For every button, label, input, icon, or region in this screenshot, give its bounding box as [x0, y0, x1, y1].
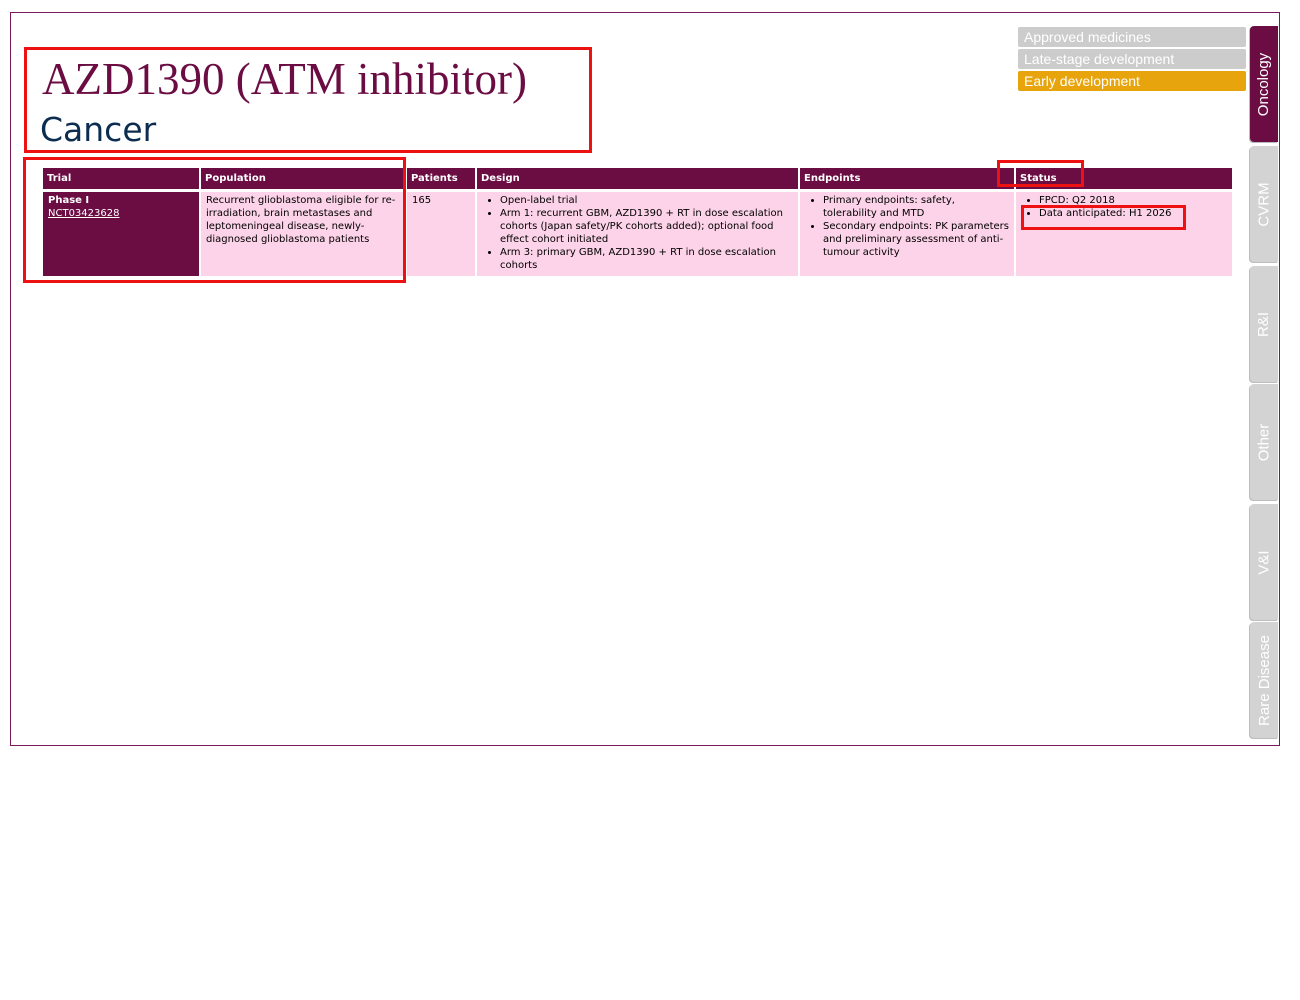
annotation-box-trial-population [23, 157, 406, 283]
column-header-endpoints: Endpoints [799, 168, 1016, 192]
tab-ri[interactable]: R&I [1250, 266, 1278, 382]
stage-late-stage-development[interactable]: Late-stage development [1018, 49, 1246, 69]
tab-other[interactable]: Other [1250, 384, 1278, 500]
design-item: Open-label trial [500, 194, 794, 207]
tab-rare-disease-label: Rare Disease [1255, 634, 1273, 726]
tab-other-label: Other [1255, 423, 1273, 461]
tab-rare-disease[interactable]: Rare Disease [1250, 622, 1278, 738]
tab-oncology[interactable]: Oncology [1250, 26, 1278, 142]
tab-ri-label: R&I [1255, 311, 1273, 337]
endpoint-item: Primary endpoints: safety, tolerability … [823, 194, 1010, 220]
annotation-box-status-header [997, 160, 1084, 187]
endpoint-item: Secondary endpoints: PK parameters and p… [823, 220, 1010, 259]
annotation-box-title [24, 47, 592, 153]
stage-early-development[interactable]: Early development [1018, 71, 1246, 91]
development-stage-legend: Approved medicines Late-stage developmen… [1018, 27, 1246, 93]
column-header-patients: Patients [406, 168, 477, 192]
tab-vi[interactable]: V&I [1250, 504, 1278, 620]
tab-oncology-label: Oncology [1255, 52, 1273, 116]
design-item: Arm 3: primary GBM, AZD1390 + RT in dose… [500, 246, 794, 272]
patients-cell: 165 [406, 190, 477, 276]
endpoints-cell: Primary endpoints: safety, tolerability … [799, 190, 1016, 276]
design-item: Arm 1: recurrent GBM, AZD1390 + RT in do… [500, 207, 794, 246]
stage-approved-medicines[interactable]: Approved medicines [1018, 27, 1246, 47]
tab-vi-label: V&I [1255, 549, 1273, 575]
column-header-design: Design [476, 168, 800, 192]
tab-cvrm-label: CVRM [1255, 181, 1273, 227]
annotation-box-data-anticipated [1021, 205, 1186, 230]
design-cell: Open-label trial Arm 1: recurrent GBM, A… [476, 190, 800, 276]
status-cell: FPCD: Q2 2018 Data anticipated: H1 2026 [1015, 190, 1234, 276]
tab-cvrm[interactable]: CVRM [1250, 146, 1278, 262]
